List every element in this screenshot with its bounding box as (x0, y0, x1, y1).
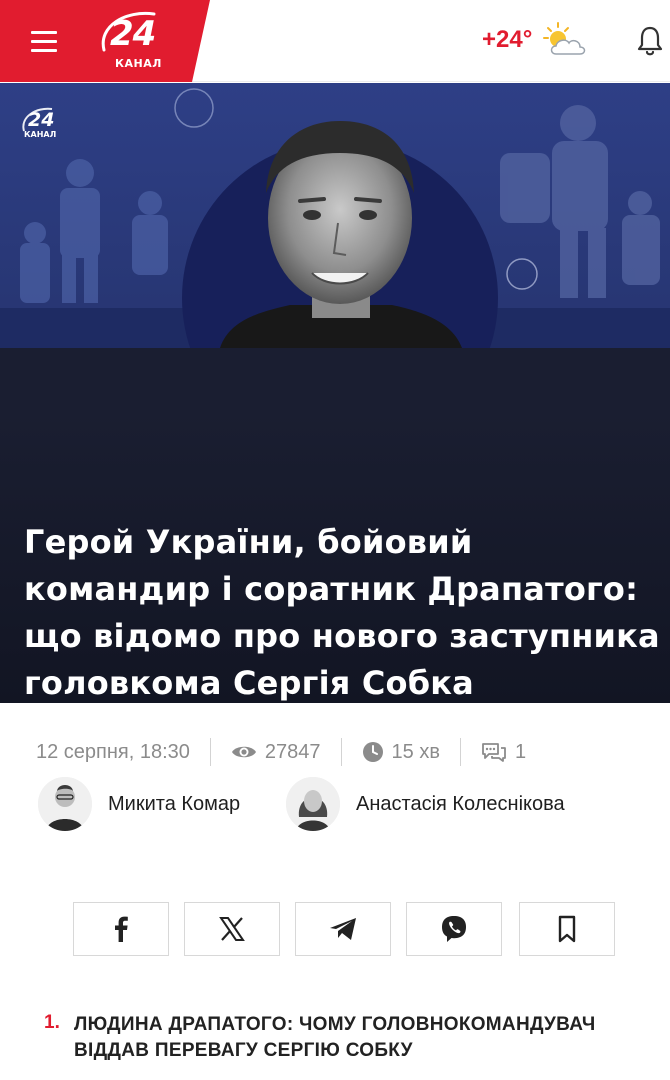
article-title: Герой України, бойовий командир і соратн… (24, 523, 660, 702)
temperature: +24° (482, 26, 533, 53)
site-header: 24 КАНАЛ +24° (0, 0, 670, 82)
svg-text:КАНАЛ: КАНАЛ (24, 130, 56, 139)
author-item[interactable]: Микита Комар (38, 776, 240, 832)
menu-button[interactable] (18, 22, 70, 58)
read-time-value: 15 хв (391, 740, 440, 763)
read-time: 15 хв (362, 741, 440, 764)
share-bar (73, 902, 615, 956)
brand-band: 24 КАНАЛ (0, 0, 210, 82)
author-item[interactable]: Анастасія Колеснікова (286, 776, 565, 832)
author-name: Микита Комар (108, 792, 241, 815)
weather-widget[interactable]: +24° (482, 22, 590, 58)
share-x-button[interactable] (184, 902, 280, 956)
share-facebook-button[interactable] (73, 902, 169, 956)
clock-icon (362, 742, 383, 762)
publish-date: 12 серпня, 18:30 (36, 740, 190, 763)
meta-divider (340, 738, 342, 766)
avatar (286, 777, 340, 831)
svg-text:24: 24 (28, 109, 54, 131)
author-name: Анастасія Колеснікова (356, 792, 565, 815)
facebook-icon (115, 916, 128, 942)
views-value: 27847 (264, 740, 321, 763)
share-viber-button[interactable] (406, 902, 502, 956)
toc-item-number: 1. (44, 1012, 60, 1033)
bookmark-button[interactable] (519, 902, 615, 956)
eye-icon (231, 746, 256, 758)
telegram-icon (330, 918, 356, 940)
bell-icon[interactable] (634, 24, 666, 58)
site-logo[interactable]: 24 КАНАЛ (96, 6, 182, 76)
comments-count[interactable]: 1 (481, 741, 526, 764)
sun-cloud-icon (543, 22, 586, 55)
meta-divider (209, 738, 211, 766)
bookmark-icon (558, 915, 576, 943)
hamburger-menu-icon (31, 31, 57, 34)
x-twitter-icon (219, 917, 245, 941)
toc-item-link[interactable]: ЛЮДИНА ДРАПАТОГО: ЧОМУ ГОЛОВНОКОМАНДУВАЧ… (74, 1012, 664, 1064)
article-meta: 12 серпня, 18:30 27847 15 хв 1 (36, 737, 656, 767)
hero-watermark-logo: 24 КАНАЛ (22, 107, 56, 139)
comments-value: 1 (514, 740, 527, 763)
logo-subtitle: КАНАЛ (115, 57, 162, 70)
share-telegram-button[interactable] (295, 902, 391, 956)
authors-row: Микита Комар Анастасія Колеснікова (38, 776, 658, 832)
hero-image: 24 КАНАЛ Герой України, бойовий командир… (0, 83, 670, 703)
meta-divider (459, 738, 461, 766)
views-count: 27847 (231, 741, 321, 764)
comments-icon (482, 743, 506, 762)
viber-icon (442, 916, 466, 942)
avatar (38, 777, 92, 831)
logo-number: 24 (110, 14, 156, 54)
